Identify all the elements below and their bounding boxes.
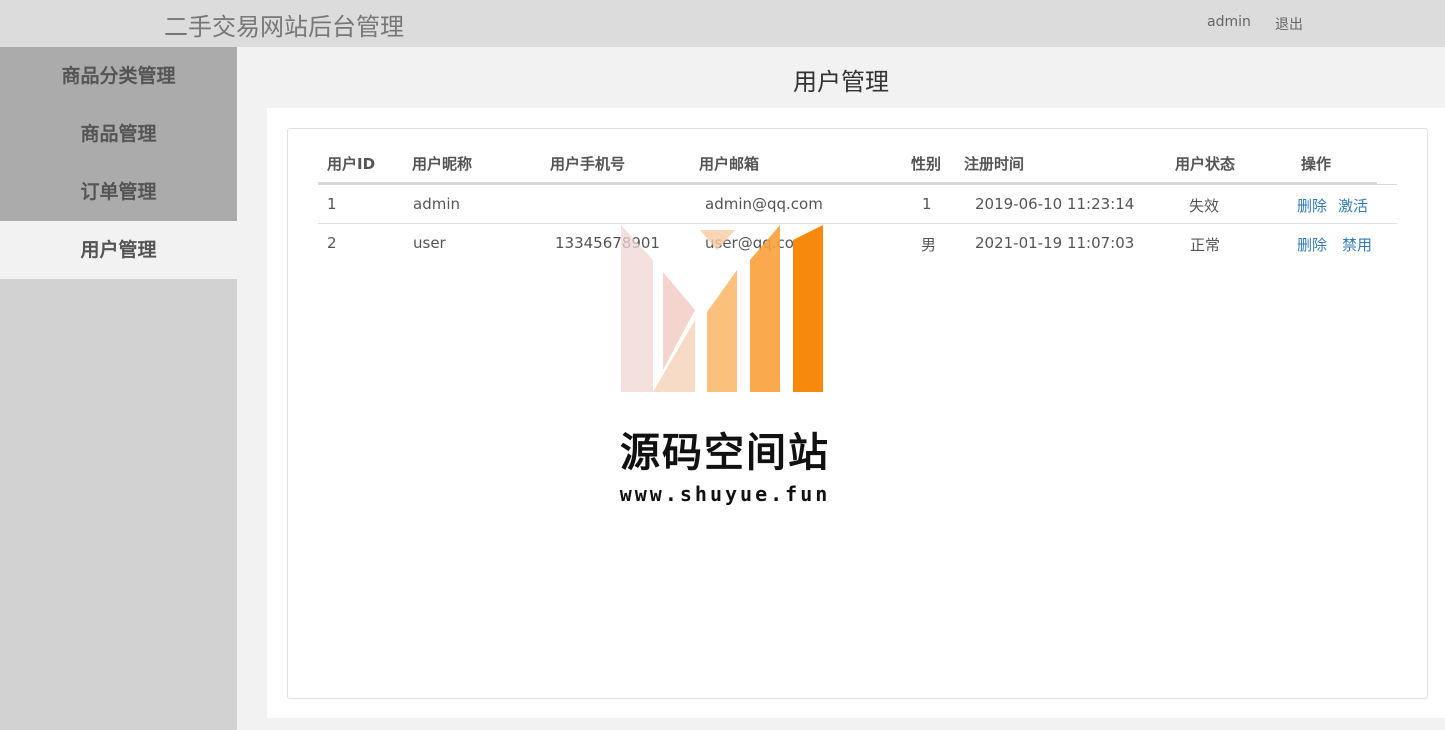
- table-cell-nickname: admin: [413, 195, 460, 213]
- table-cell-id: 1: [327, 195, 337, 213]
- site-title: 二手交易网站后台管理: [164, 13, 404, 41]
- table-row-divider: [318, 223, 1397, 224]
- sidebar: 商品分类管理 商品管理 订单管理 用户管理: [0, 47, 237, 730]
- sidebar-item-products[interactable]: 商品管理: [0, 105, 237, 163]
- col-header-actions: 操作: [1301, 155, 1332, 173]
- col-header-id: 用户ID: [327, 155, 376, 173]
- table-cell-gender: 1: [922, 195, 932, 213]
- user-table-card: 用户ID 用户昵称 用户手机号 用户邮箱 性别 注册时间 用户状态 操作 1 a…: [287, 128, 1428, 699]
- table-cell-gender: 男: [921, 236, 937, 254]
- table-cell-phone: 13345678901: [555, 234, 660, 252]
- table-cell-status: 正常: [1190, 236, 1221, 254]
- table-cell-status: 失效: [1189, 197, 1220, 215]
- logout-link[interactable]: 退出: [1275, 14, 1303, 34]
- table-cell-registered: 2019-06-10 11:23:14: [975, 195, 1135, 213]
- page-title: 用户管理: [793, 68, 889, 96]
- table-cell-nickname: user: [413, 234, 446, 252]
- delete-user-button[interactable]: 删除: [1297, 195, 1327, 216]
- table-cell-email: admin@qq.com: [705, 195, 823, 213]
- delete-user-button[interactable]: 删除: [1297, 234, 1327, 255]
- content-area: 用户ID 用户昵称 用户手机号 用户邮箱 性别 注册时间 用户状态 操作 1 a…: [267, 108, 1445, 718]
- disable-user-button[interactable]: 禁用: [1342, 234, 1372, 255]
- table-cell-email: user@qq.com: [705, 234, 809, 252]
- col-header-gender: 性别: [911, 155, 942, 173]
- activate-user-button[interactable]: 激活: [1338, 195, 1368, 216]
- col-header-nickname: 用户昵称: [412, 155, 473, 173]
- sidebar-item-orders[interactable]: 订单管理: [0, 163, 237, 221]
- col-header-status: 用户状态: [1175, 155, 1236, 173]
- col-header-email: 用户邮箱: [699, 155, 760, 173]
- sidebar-item-category[interactable]: 商品分类管理: [0, 47, 237, 105]
- table-cell-id: 2: [327, 234, 337, 252]
- table-cell-registered: 2021-01-19 11:07:03: [975, 234, 1135, 252]
- col-header-registered: 注册时间: [964, 155, 1025, 173]
- top-bar: 二手交易网站后台管理 admin 退出: [0, 0, 1445, 47]
- sidebar-item-users[interactable]: 用户管理: [0, 221, 237, 279]
- table-header-divider-end: [1377, 184, 1397, 185]
- col-header-phone: 用户手机号: [550, 155, 626, 173]
- current-user[interactable]: admin: [1207, 14, 1251, 30]
- table-header-divider: [318, 182, 1377, 185]
